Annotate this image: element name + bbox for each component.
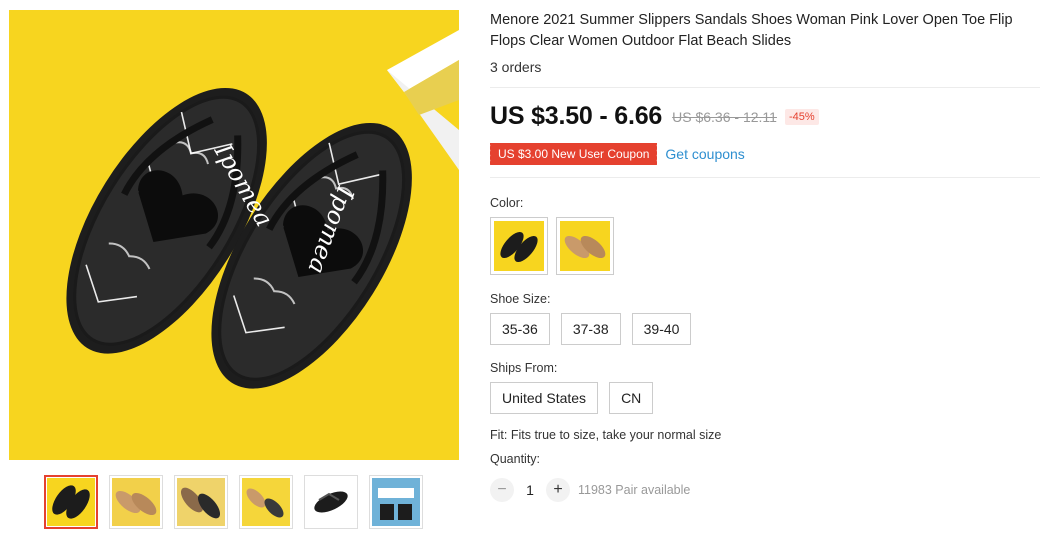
sandal-thumb-icon <box>378 488 414 520</box>
get-coupons-link[interactable]: Get coupons <box>665 146 744 162</box>
quantity-decrease-button[interactable]: − <box>490 478 514 502</box>
orders-count: 3 orders <box>490 59 542 75</box>
product-title: Menore 2021 Summer Slippers Sandals Shoe… <box>490 12 1013 49</box>
coupon-row: US $3.00 New User Coupon Get coupons <box>487 143 1042 165</box>
color-label: Color: <box>490 196 524 210</box>
original-price: US $6.36 - 12.11 <box>672 108 777 125</box>
thumbnail-1[interactable] <box>44 475 98 529</box>
product-gallery: Ipomea Ipomea <box>9 10 459 460</box>
divider <box>490 177 1040 178</box>
stock-available: 11983 Pair available <box>578 483 691 497</box>
thumbnail-6[interactable] <box>369 475 423 529</box>
ships-from-options: United States CN <box>490 382 1042 414</box>
size-option-35-36[interactable]: 35-36 <box>490 313 550 345</box>
size-option-39-40[interactable]: 39-40 <box>631 313 692 345</box>
thumbnail-4[interactable] <box>239 475 293 529</box>
color-option-gold[interactable] <box>556 217 614 275</box>
color-option-black[interactable] <box>490 217 548 275</box>
quantity-value[interactable]: 1 <box>514 482 546 498</box>
thumbnail-strip <box>44 475 423 529</box>
sandal-thumb-icon <box>180 487 221 519</box>
product-info: Menore 2021 Summer Slippers Sandals Shoe… <box>487 10 1042 502</box>
shoe-size-label: Shoe Size: <box>490 292 551 306</box>
color-options <box>490 217 1042 275</box>
thumbnail-3[interactable] <box>174 475 228 529</box>
thumbnail-5[interactable] <box>304 475 358 529</box>
main-product-image[interactable]: Ipomea Ipomea <box>9 10 459 460</box>
price-row: US $3.50 - 6.66 US $6.36 - 12.11 -45% <box>490 102 1042 131</box>
discount-badge: -45% <box>784 108 819 125</box>
sandals-illustration: Ipomea Ipomea <box>9 10 459 460</box>
ships-from-united-states[interactable]: United States <box>490 382 599 414</box>
gold-sandal-swatch-icon <box>564 235 606 259</box>
quantity-stepper: − 1 + 11983 Pair available <box>490 478 1042 502</box>
new-user-coupon[interactable]: US $3.00 New User Coupon <box>487 143 658 165</box>
fit-note: Fit: Fits true to size, take your normal… <box>490 428 722 442</box>
quantity-increase-button[interactable]: + <box>546 478 570 502</box>
black-sandal-swatch-icon <box>500 231 538 263</box>
ships-from-cn[interactable]: CN <box>609 382 654 414</box>
size-option-37-38[interactable]: 37-38 <box>560 313 621 345</box>
sandal-thumb-icon <box>52 485 90 519</box>
sandal-thumb-icon <box>115 490 157 516</box>
shoe-size-options: 35-36 37-38 39-40 <box>490 313 1042 345</box>
thumbnail-2[interactable] <box>109 475 163 529</box>
current-price: US $3.50 - 6.66 <box>490 102 663 130</box>
divider <box>490 87 1040 88</box>
ships-from-label: Ships From: <box>490 361 558 375</box>
quantity-label: Quantity: <box>490 452 541 466</box>
sandal-thumb-icon <box>246 488 284 518</box>
sandal-thumb-icon <box>314 491 348 513</box>
